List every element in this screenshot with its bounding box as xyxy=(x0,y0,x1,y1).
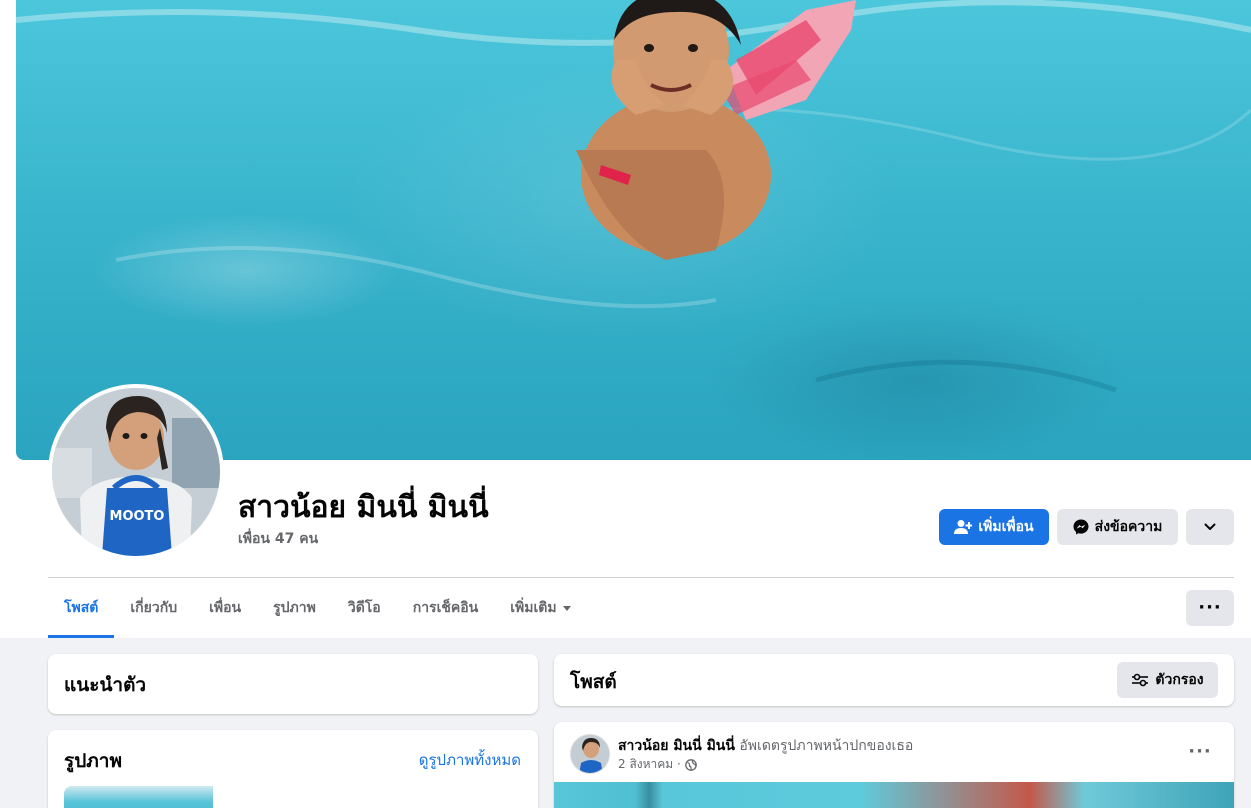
friends-count[interactable]: เพื่อน 47 คน xyxy=(238,528,318,550)
tab-more[interactable]: เพิ่มเติม xyxy=(494,578,586,638)
avatar-shirt-text: MOOTO xyxy=(110,509,165,524)
post-action-text: อัพเดตรูปภาพหน้าปกของเธอ xyxy=(739,738,914,754)
tab-posts-label: โพสต์ xyxy=(64,600,99,616)
more-actions-dropdown-button[interactable] xyxy=(1186,509,1234,545)
tab-about-label: เกี่ยวกับ xyxy=(130,600,178,616)
chevron-down-icon xyxy=(1204,523,1216,530)
post-photo[interactable] xyxy=(554,782,1234,808)
tab-videos-label: วิดีโอ xyxy=(347,600,381,616)
profile-name: สาวน้อย มินนี่ มินนี่ xyxy=(238,490,489,525)
posts-title: โพสต์ xyxy=(570,671,617,693)
profile-header: MOOTO สาวน้อย มินนี่ มินนี่ เพื่อน 47 คน… xyxy=(0,0,1251,638)
tab-checkins[interactable]: การเช็คอิน xyxy=(397,578,495,638)
post-more-dots-icon: ··· xyxy=(1188,741,1212,762)
filter-label: ตัวกรอง xyxy=(1155,672,1204,688)
post-author-name[interactable]: สาวน้อย มินนี่ มินนี่ xyxy=(618,738,735,754)
caret-down-icon xyxy=(562,605,571,611)
profile-avatar[interactable]: MOOTO xyxy=(48,384,224,560)
post-card: สาวน้อย มินนี่ มินนี่ อัพเดตรูปภาพหน้าปก… xyxy=(554,722,1234,808)
add-friend-label: เพิ่มเพื่อน xyxy=(978,519,1034,535)
avatar-image: MOOTO xyxy=(52,388,220,556)
profile-tabs: โพสต์ เกี่ยวกับ เพื่อน รูปภาพ วิดีโอ การ… xyxy=(48,578,587,638)
post-avatar-illustration xyxy=(571,735,609,773)
tab-friends[interactable]: เพื่อน xyxy=(193,578,257,638)
avatar-illustration: MOOTO xyxy=(52,388,220,556)
tab-friends-label: เพื่อน xyxy=(209,600,242,616)
filter-sliders-icon xyxy=(1132,673,1149,687)
post-options-button[interactable]: ··· xyxy=(1182,734,1218,770)
post-date[interactable]: 2 สิงหาคม · xyxy=(618,755,681,774)
filter-button[interactable]: ตัวกรอง xyxy=(1117,662,1218,698)
intro-title: แนะนำตัว xyxy=(64,674,147,696)
tab-checkins-label: การเช็คอิน xyxy=(412,600,479,616)
tab-videos[interactable]: วิดีโอ xyxy=(332,578,397,638)
more-dots-icon: ··· xyxy=(1198,597,1222,618)
tab-more-label: เพิ่มเติม xyxy=(510,600,557,616)
photo-thumbnail[interactable] xyxy=(64,786,213,808)
add-friend-button[interactable]: เพิ่มเพื่อน xyxy=(939,509,1049,545)
tab-about[interactable]: เกี่ยวกับ xyxy=(114,578,193,638)
post-author-avatar[interactable] xyxy=(570,734,610,774)
post-meta: 2 สิงหาคม · xyxy=(618,755,697,774)
globe-public-icon xyxy=(685,758,697,771)
photos-title: รูปภาพ xyxy=(64,750,122,772)
tab-photos[interactable]: รูปภาพ xyxy=(257,578,332,638)
photos-card: รูปภาพ ดูรูปภาพทั้งหมด xyxy=(48,730,538,808)
cover-photo[interactable] xyxy=(16,0,1251,460)
cover-photo-illustration xyxy=(16,0,1251,393)
add-friend-icon xyxy=(954,520,973,534)
tab-photos-label: รูปภาพ xyxy=(273,600,316,616)
message-label: ส่งข้อความ xyxy=(1094,519,1163,535)
messenger-icon xyxy=(1073,519,1089,535)
see-all-photos-link[interactable]: ดูรูปภาพทั้งหมด xyxy=(419,748,521,772)
tabs-more-options-button[interactable]: ··· xyxy=(1186,590,1234,626)
posts-header-card: โพสต์ ตัวกรอง xyxy=(554,654,1234,706)
intro-card: แนะนำตัว xyxy=(48,654,538,714)
post-header-text: สาวน้อย มินนี่ มินนี่ อัพเดตรูปภาพหน้าปก… xyxy=(618,735,913,757)
tab-posts[interactable]: โพสต์ xyxy=(48,578,115,638)
message-button[interactable]: ส่งข้อความ xyxy=(1057,509,1178,545)
